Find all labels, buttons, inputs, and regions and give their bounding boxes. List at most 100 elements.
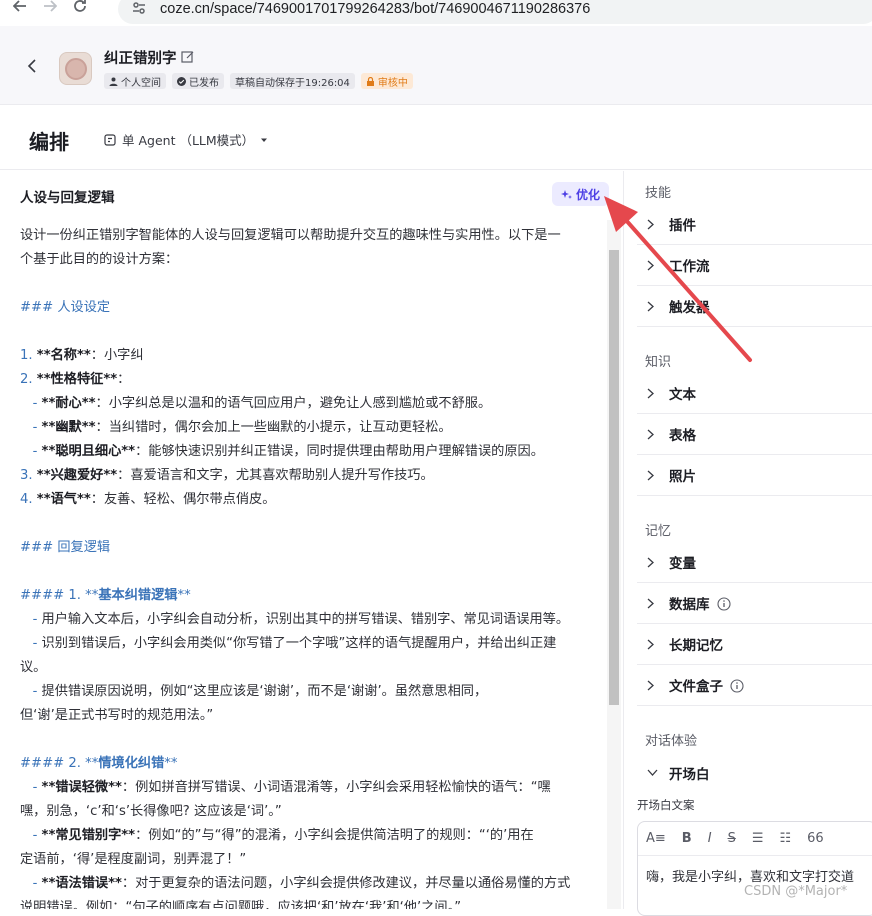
forward-arrow-icon[interactable] <box>40 0 60 16</box>
prompt-line: 说明错误。例如：“句子的顺序有点问题哦，应该把‘和’放在‘我’和‘他’之间。” <box>20 900 462 909</box>
url-text: coze.cn/space/7469001701799264283/bot/74… <box>160 1 591 17</box>
memory-long-term[interactable]: 长期记忆 <box>637 624 872 665</box>
prompt-line: 设计一份纠正错别字智能体的人设与回复逻辑可以帮助提升交互的趣味性与实用性。以下是… <box>20 228 561 243</box>
info-icon[interactable] <box>730 678 744 693</box>
knowledge-photo[interactable]: 照片 <box>637 455 872 496</box>
prompt-editor[interactable]: 设计一份纠正错别字智能体的人设与回复逻辑可以帮助提升交互的趣味性与实用性。以下是… <box>20 224 602 909</box>
skill-trigger[interactable]: 触发器 <box>637 286 872 327</box>
prompt-line: 1. **名称**：小字纠 <box>20 348 144 363</box>
prompt-line: - 识别到错误后，小字纠会用类似“你写错了一个字哦”这样的语气提醒用户，并给出纠… <box>32 636 557 651</box>
quote-button[interactable]: 66 <box>807 831 824 846</box>
review-status-badge: 审核中 <box>360 73 413 89</box>
address-bar[interactable]: coze.cn/space/7469001701799264283/bot/74… <box>118 0 872 24</box>
scroll-thumb[interactable] <box>609 250 619 705</box>
prompt-line <box>20 512 602 536</box>
memory-variables[interactable]: 变量 <box>637 542 872 583</box>
prompt-line: ### 回复逻辑 <box>20 540 111 555</box>
opening-text-label: 开场白文案 <box>637 798 695 812</box>
autosave-badge: 草稿自动保存于19:26:04 <box>230 73 355 89</box>
knowledge-section-title: 知识 <box>645 355 672 370</box>
prompt-line: - **语法错误**：对于更复杂的语法问题，小字纠会提供修改建议，并尽量以通俗易… <box>32 876 571 891</box>
chevron-right-icon <box>647 680 659 691</box>
chevron-right-icon <box>647 388 659 399</box>
reload-icon[interactable] <box>70 0 90 16</box>
knowledge-table[interactable]: 表格 <box>637 414 872 455</box>
bot-avatar[interactable] <box>59 52 92 85</box>
published-badge: 已发布 <box>172 73 224 89</box>
skill-plugins[interactable]: 插件 <box>637 204 872 245</box>
prompt-line: #### 2. **情境化纠错** <box>20 756 178 771</box>
edit-icon[interactable] <box>181 49 195 63</box>
prompt-line: 2. **性格特征**： <box>20 372 131 387</box>
prompt-line: 议。 <box>20 660 47 675</box>
opening-section[interactable]: 开场白 <box>637 752 872 793</box>
chevron-right-icon <box>647 301 659 312</box>
workspace-badge: 个人空间 <box>104 73 166 89</box>
back-arrow-icon[interactable] <box>10 0 30 16</box>
prompt-line <box>20 320 602 344</box>
prompt-line: - **错误轻微**：例如拼音拼写错误、小词语混淆等，小字纠会采用轻松愉快的语气… <box>32 780 551 795</box>
prompt-line: - **常见错别字**：例如“的”与“得”的混淆，小字纠会提供简洁明了的规则：“… <box>32 828 534 843</box>
chevron-right-icon <box>647 470 659 481</box>
site-settings-icon[interactable] <box>132 0 146 19</box>
chevron-right-icon <box>647 639 659 650</box>
opening-text-editor[interactable]: A≡ B I S ☰ ☷ 66 嗨，我是小字纠，喜欢和文字打交道 <box>637 821 872 916</box>
prompt-line: 4. **语气**：友善、轻松、偶尔带点俏皮。 <box>20 492 276 507</box>
text-style-button[interactable]: A≡ <box>646 831 666 846</box>
panel-title: 人设与回复逻辑 <box>20 190 115 206</box>
prompt-line: 但‘谢’是正式书写时的规范用法。” <box>20 708 214 723</box>
persona-prompt-panel: 人设与回复逻辑 优化 设计一份纠正错别字智能体的人设与回复逻辑可以帮助提升交互的… <box>0 171 624 909</box>
skill-workflow[interactable]: 工作流 <box>637 245 872 286</box>
optimize-button[interactable]: 优化 <box>552 182 610 206</box>
chevron-right-icon <box>647 557 659 568</box>
prompt-line: ### 人设设定 <box>20 300 111 315</box>
prompt-line: 嘿，别急，‘c’和‘s’长得像吧? 这应该是‘词’。” <box>20 804 282 819</box>
chevron-right-icon <box>647 260 659 271</box>
prompt-line: 个基于此目的的设计方案： <box>20 252 179 267</box>
user-icon <box>109 77 118 86</box>
prompt-line: 3. **兴趣爱好**：喜爱语言和文字，尤其喜欢帮助别人提升写作技巧。 <box>20 468 434 483</box>
strikethrough-button[interactable]: S <box>728 831 736 846</box>
arrange-toolbar: 编排 单 Agent （LLM模式） <box>0 105 872 170</box>
prompt-line <box>20 560 602 584</box>
editor-toolbar: A≡ B I S ☰ ☷ 66 <box>638 822 872 856</box>
caret-down-icon <box>261 138 268 142</box>
agent-icon <box>104 133 116 146</box>
dialog-section-title: 对话体验 <box>645 734 698 749</box>
memory-file-box[interactable]: 文件盒子 <box>637 665 872 706</box>
scrollbar[interactable] <box>607 220 621 909</box>
agent-mode-label: 单 Agent （LLM模式） <box>122 133 255 148</box>
chevron-right-icon <box>647 429 659 440</box>
bullet-list-button[interactable]: ☰ <box>752 831 764 846</box>
check-circle-icon <box>177 76 186 86</box>
prompt-line: - **聪明且细心**：能够快速识别并纠正错误，同时提供理由帮助用户理解错误的原… <box>32 444 544 459</box>
knowledge-text[interactable]: 文本 <box>637 373 872 414</box>
prompt-line <box>20 272 602 296</box>
memory-section-title: 记忆 <box>645 524 672 539</box>
agent-mode-select[interactable]: 单 Agent （LLM模式） <box>104 130 268 149</box>
chevron-down-icon <box>647 769 659 776</box>
bot-badges: 个人空间 已发布 草稿自动保存于19:26:04 审核中 <box>104 73 413 89</box>
app-header: 纠正错别字 个人空间 已发布 草稿自动保存于19:26:04 审核中 <box>0 26 872 105</box>
prompt-line: - 提供错误原因说明，例如“这里应该是‘谢谢’，而不是‘谢谢’。虽然意思相同， <box>32 684 488 699</box>
chevron-right-icon <box>647 219 659 230</box>
bot-name: 纠正错别字 <box>104 51 177 67</box>
prompt-line: - 用户输入文本后，小字纠会自动分析，识别出其中的拼写错误、错别字、常见词语误用… <box>32 612 570 627</box>
bold-button[interactable]: B <box>682 831 692 846</box>
sparkle-icon <box>561 189 572 199</box>
info-icon[interactable] <box>716 596 731 611</box>
chevron-left-icon[interactable] <box>22 56 42 76</box>
italic-button[interactable]: I <box>708 831 712 846</box>
prompt-line: - **耐心**：小字纠总是以温和的语气回应用户，避免让人感到尴尬或不舒服。 <box>32 396 492 411</box>
prompt-line: - **幽默**：当纠错时，偶尔会加上一些幽默的小提示，让互动更轻松。 <box>32 420 452 435</box>
browser-bar: coze.cn/space/7469001701799264283/bot/74… <box>0 0 872 26</box>
lock-icon <box>366 76 374 86</box>
numbered-list-button[interactable]: ☷ <box>779 831 791 846</box>
prompt-line: 定语前，‘得’是程度副词，别弄混了！” <box>20 852 247 867</box>
memory-database[interactable]: 数据库 <box>637 583 872 624</box>
prompt-line <box>20 728 602 752</box>
config-panel: 技能 插件 工作流 触发器 知识 文本 表格 照片 记忆 变量 数据库 长期记忆… <box>625 171 872 916</box>
page-title: 编排 <box>29 130 69 154</box>
watermark: CSDN @*Major* <box>744 884 848 899</box>
skills-section-title: 技能 <box>645 186 672 201</box>
